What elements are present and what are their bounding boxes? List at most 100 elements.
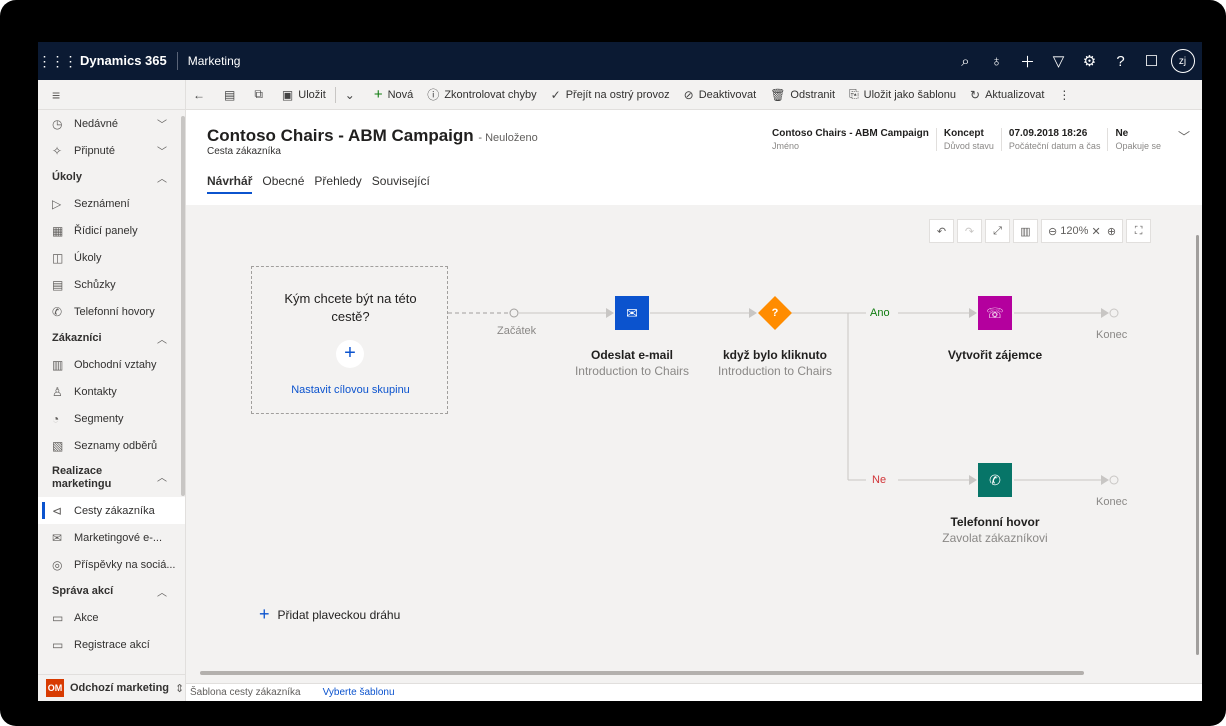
open-new-window-button[interactable]: ⧉: [247, 80, 275, 110]
sidebar-group-tasks[interactable]: Úkoly ︿: [38, 164, 185, 190]
add-swimlane-button[interactable]: + Přidat plaveckou dráhu: [259, 604, 400, 625]
app-launcher-icon[interactable]: ⋮⋮⋮: [38, 42, 78, 80]
sidebar-item-appointments[interactable]: ▤ Schůzky: [38, 271, 185, 298]
sidebar-item-get-started[interactable]: ▷ Seznámení: [38, 190, 185, 217]
sidebar-item-phone-calls[interactable]: ✆ Telefonní hovory: [38, 298, 185, 325]
set-audience-link[interactable]: Nastavit cílovou skupinu: [252, 384, 449, 396]
user-avatar[interactable]: zj: [1167, 42, 1198, 80]
back-button[interactable]: ←: [186, 80, 217, 110]
sidebar-group-marketing-execution[interactable]: Realizace marketingu ︿: [38, 459, 185, 497]
expand-header-icon[interactable]: ﹀: [1168, 128, 1190, 145]
lightbulb-icon[interactable]: ♁: [981, 42, 1012, 80]
delete-button[interactable]: 🗑 Odstranit: [763, 80, 842, 110]
field-value: Contoso Chairs - ABM Campaign: [772, 128, 929, 139]
tab-related[interactable]: Související: [372, 174, 430, 194]
sidebar-group-customers[interactable]: Zákazníci ︿: [38, 325, 185, 351]
check-errors-button[interactable]: ⓘ Zkontrolovat chyby: [420, 80, 543, 110]
dashboard-icon: ▦: [52, 223, 64, 238]
add-swimlane-label: Přidat plaveckou dráhu: [277, 607, 401, 622]
header-field-recurring[interactable]: Ne Opakuje se: [1107, 128, 1168, 151]
calendar-icon: ▤: [52, 277, 64, 292]
undo-button[interactable]: ↶: [929, 219, 954, 243]
sidebar-item-events[interactable]: ▭ Akce: [38, 604, 185, 631]
app-name[interactable]: Marketing: [178, 54, 241, 68]
gear-icon[interactable]: ⚙: [1074, 42, 1105, 80]
refresh-label: Aktualizovat: [985, 88, 1045, 101]
canvas-horizontal-scrollbar[interactable]: [200, 671, 1084, 675]
person-icon: ♙: [52, 384, 63, 399]
field-value: Koncept: [943, 128, 984, 139]
designer-canvas[interactable]: ↶ ↷ ⤢ ▥ ⊖ 120% ✕ ⊕ ⛶ Kým chcete být na t…: [186, 205, 1202, 683]
chat-icon[interactable]: ☐: [1136, 42, 1167, 80]
reset-zoom-icon[interactable]: ✕: [1091, 225, 1100, 238]
hamburger-menu-icon[interactable]: ≡: [38, 79, 186, 110]
header-field-name[interactable]: Contoso Chairs - ABM Campaign Jméno: [765, 128, 936, 151]
sidebar-item-accounts[interactable]: ▥ Obchodní vztahy: [38, 351, 185, 378]
map-button[interactable]: ▥: [1013, 219, 1038, 243]
filter-icon[interactable]: ▽: [1043, 42, 1074, 80]
sidebar-item-customer-journeys[interactable]: ⊲ Cesty zákazníka: [38, 497, 185, 524]
tab-designer[interactable]: Návrhář: [207, 174, 253, 194]
go-live-button[interactable]: ✓ Přejít na ostrý provoz: [544, 80, 677, 110]
zoom-control: ⊖ 120% ✕ ⊕: [1041, 219, 1124, 243]
sidebar-item-social-posts[interactable]: ◎ Příspěvky na sociá...: [38, 551, 185, 578]
sidebar-item-tasks[interactable]: ◫ Úkoly: [38, 244, 185, 271]
search-icon[interactable]: ⌕: [950, 42, 981, 80]
sidebar-item-event-registrations[interactable]: ▭ Registrace akcí: [38, 631, 185, 658]
sidebar-item-label: Řídicí panely: [74, 224, 138, 237]
area-switcher[interactable]: OM Odchozí marketing ⇕: [38, 674, 185, 701]
arrow-left-icon: ←: [193, 87, 205, 102]
sidebar-scrollbar[interactable]: [181, 116, 185, 496]
zoom-in-icon[interactable]: ⊕: [1107, 225, 1116, 238]
pin-icon: ✧: [52, 143, 63, 158]
phone-call-tile[interactable]: ✆: [978, 463, 1012, 497]
chevron-down-icon: ﹀: [157, 147, 167, 158]
sidebar-pinned[interactable]: ✧ Připnuté ﹀: [38, 137, 185, 164]
form-view-button[interactable]: ▤: [217, 80, 247, 110]
zoom-level: 120%: [1060, 225, 1089, 237]
question-icon: ?: [771, 307, 779, 319]
sidebar-group-event-management[interactable]: Správa akcí ︿: [38, 578, 185, 604]
command-bar: ≡ ← ▤ ⧉ ▣ Uložit ⌄ + Nová ⓘ Zkontrolovat ch…: [38, 79, 1202, 110]
expand-button[interactable]: ⤢: [985, 219, 1010, 243]
header-field-start-date[interactable]: 07.09.2018 18:26 Počáteční datum a čas: [1000, 128, 1108, 151]
field-label: Počáteční datum a čas: [1008, 141, 1101, 151]
tab-insights[interactable]: Přehledy: [314, 174, 361, 194]
save-dropdown-button[interactable]: ⌄: [338, 80, 367, 110]
tab-general[interactable]: Obecné: [262, 174, 304, 194]
node-subtitle: Zavolat zákazníkovi: [942, 531, 1048, 545]
plus-icon[interactable]: ＋: [1012, 42, 1043, 80]
sidebar-item-contacts[interactable]: ♙ Kontakty: [38, 378, 185, 405]
new-button[interactable]: + Nová: [367, 80, 420, 110]
select-template-link[interactable]: Vyberte šablonu: [323, 687, 395, 698]
journey-icon: ⊲: [52, 503, 63, 518]
target-audience-tile[interactable]: Kým chcete být na této cestě? + Nastavit…: [251, 266, 448, 414]
play-icon: ▷: [52, 196, 62, 211]
node-subtitle: Introduction to Chairs: [717, 364, 833, 378]
email-icon: ✉: [52, 530, 63, 545]
brand-label[interactable]: Dynamics 365: [76, 52, 178, 70]
help-icon[interactable]: ?: [1105, 42, 1136, 80]
refresh-button[interactable]: ↻ Aktualizovat: [963, 80, 1051, 110]
send-email-tile[interactable]: ✉: [615, 296, 649, 330]
trigger-tile[interactable]: ?: [758, 296, 792, 330]
zoom-out-icon[interactable]: ⊖: [1048, 225, 1057, 238]
header-field-status-reason[interactable]: Koncept Důvod stavu: [935, 128, 1001, 151]
create-lead-tile[interactable]: ☏: [978, 296, 1012, 330]
sidebar-recent[interactable]: ◷ Nedávné ﹀: [38, 110, 185, 137]
add-target-button[interactable]: +: [336, 340, 364, 368]
social-icon: ◎: [52, 557, 63, 572]
form-tabs: Návrhář Obecné Přehledy Související: [207, 174, 440, 194]
save-template-button[interactable]: ⎘ Uložit jako šablonu: [842, 80, 963, 110]
sidebar-item-subscription-lists[interactable]: ▧ Seznamy odběrů: [38, 432, 185, 459]
canvas-vertical-scrollbar[interactable]: [1196, 235, 1199, 655]
redo-button[interactable]: ↷: [957, 219, 982, 243]
sidebar-item-marketing-emails[interactable]: ✉ Marketingové e-...: [38, 524, 185, 551]
deactivate-button[interactable]: ⊘ Deaktivovat: [677, 80, 764, 110]
sidebar-item-dashboards[interactable]: ▦ Řídicí panely: [38, 217, 185, 244]
fit-to-screen-button[interactable]: ⛶: [1126, 219, 1152, 243]
save-button[interactable]: ▣ Uložit: [275, 80, 333, 110]
node-title: Telefonní hovor: [950, 515, 1040, 529]
sidebar-item-segments[interactable]: ◔ Segmenty: [38, 405, 185, 432]
more-commands-button[interactable]: ⋮: [1051, 80, 1082, 110]
